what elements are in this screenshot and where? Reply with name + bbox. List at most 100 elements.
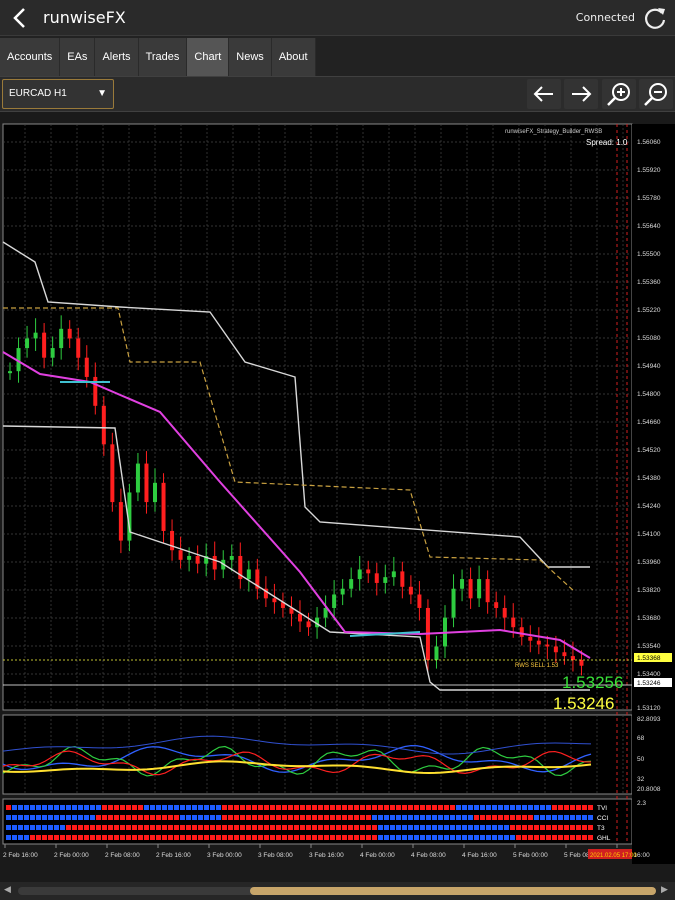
signal-cell: [6, 835, 11, 840]
candle-body: [42, 332, 47, 358]
signal-cell: [210, 815, 215, 820]
signal-cell: [156, 815, 161, 820]
signal-cell: [522, 835, 527, 840]
back-button[interactable]: [6, 4, 34, 32]
candle-body: [366, 569, 371, 574]
tab-eas[interactable]: EAs: [60, 38, 96, 76]
signal-cell: [372, 835, 377, 840]
signal-cell: [444, 835, 449, 840]
signal-cell: [360, 825, 365, 830]
price-axis-label: 1.53368: [637, 655, 661, 662]
signal-cell: [486, 805, 491, 810]
price-axis-label: 1.55080: [637, 335, 661, 342]
signal-cell: [450, 825, 455, 830]
signal-cell: [18, 815, 23, 820]
signal-cell: [492, 825, 497, 830]
signal-cell: [396, 805, 401, 810]
signal-cell: [390, 835, 395, 840]
signal-cell: [516, 835, 521, 840]
signal-cell: [504, 825, 509, 830]
signal-cell: [360, 815, 365, 820]
bid-price-label: 1.53256: [562, 673, 623, 692]
chart-canvas[interactable]: 1.56060 1.55920 1.55780 1.55640 1.55500 1.553…: [0, 112, 675, 882]
signal-cell: [402, 835, 407, 840]
signal-cell: [258, 835, 263, 840]
signal-cell: [588, 815, 593, 820]
tab-news[interactable]: News: [229, 38, 272, 76]
price-axis-label: 1.53120: [637, 705, 661, 712]
signal-cell: [456, 825, 461, 830]
tab-chart[interactable]: Chart: [187, 38, 230, 76]
signal-cell: [126, 815, 131, 820]
scroll-right-arrow-icon[interactable]: ▶: [661, 885, 671, 897]
signal-cell: [84, 835, 89, 840]
signal-cell: [498, 805, 503, 810]
signal-cell: [6, 805, 11, 810]
signal-cell: [222, 805, 227, 810]
price-axis-label: 1.54660: [637, 419, 661, 426]
tab-trades[interactable]: Trades: [138, 38, 188, 76]
signal-cell: [342, 835, 347, 840]
signal-cell: [366, 825, 371, 830]
price-axis-label: 1.53820: [637, 587, 661, 594]
signal-cell: [402, 805, 407, 810]
candle-body: [229, 555, 234, 560]
signal-cell: [480, 815, 485, 820]
signal-cell: [336, 825, 341, 830]
signal-cell: [54, 805, 59, 810]
signal-cell: [120, 825, 125, 830]
scrollbar-thumb[interactable]: [250, 887, 656, 895]
signal-cell: [96, 805, 101, 810]
signal-cell: [192, 825, 197, 830]
signal-cell: [240, 815, 245, 820]
price-axis-label: 1.54800: [637, 391, 661, 398]
signal-cell: [246, 815, 251, 820]
candle-body: [468, 579, 473, 599]
tab-alerts[interactable]: Alerts: [95, 38, 139, 76]
signal-cell: [474, 805, 479, 810]
signal-cell: [42, 825, 47, 830]
refresh-button[interactable]: [641, 4, 669, 32]
scroll-left-arrow-icon[interactable]: ◀: [4, 885, 14, 897]
zoom-out-button[interactable]: [639, 79, 673, 109]
signal-cell: [12, 815, 17, 820]
connection-status: Connected: [575, 11, 635, 24]
signal-cell: [318, 825, 323, 830]
candle-body: [511, 617, 516, 628]
signal-cell: [444, 825, 449, 830]
candle-body: [485, 579, 490, 603]
signal-cell: [522, 805, 527, 810]
tab-accounts[interactable]: Accounts: [0, 38, 61, 76]
time-axis-label: 2 Feb 16:00: [156, 852, 191, 859]
symbol-dropdown[interactable]: EURCAD H1 ▼: [2, 79, 114, 109]
price-chart[interactable]: 1.56060 1.55920 1.55780 1.55640 1.55500 1.553…: [0, 112, 675, 882]
signal-cell: [210, 835, 215, 840]
signal-cell: [48, 825, 53, 830]
tab-bar: Accounts EAs Alerts Trades Chart News About: [0, 38, 316, 76]
tab-about[interactable]: About: [271, 38, 316, 76]
signal-cell: [396, 815, 401, 820]
candle-body: [33, 332, 38, 339]
horizontal-scrollbar[interactable]: ◀ ▶: [0, 882, 675, 900]
signal-cell: [24, 825, 29, 830]
signal-cell: [486, 825, 491, 830]
zoom-in-button[interactable]: [602, 79, 636, 109]
signal-cell: [378, 825, 383, 830]
signal-cell: [354, 805, 359, 810]
signal-cell: [324, 815, 329, 820]
signal-cell: [84, 825, 89, 830]
scroll-left-button[interactable]: [527, 79, 561, 109]
time-axis-label: 2 Feb 16:00: [3, 852, 38, 859]
signal-cell: [66, 825, 71, 830]
signal-cell: [546, 825, 551, 830]
signal-cell: [570, 835, 575, 840]
signal-cell: [96, 835, 101, 840]
signal-cell: [186, 835, 191, 840]
signal-cell: [552, 815, 557, 820]
scroll-right-button[interactable]: [564, 79, 598, 109]
signal-cell: [366, 805, 371, 810]
candle-body: [340, 588, 345, 595]
signal-cell: [384, 815, 389, 820]
signal-cell: [408, 825, 413, 830]
signal-cell: [528, 815, 533, 820]
